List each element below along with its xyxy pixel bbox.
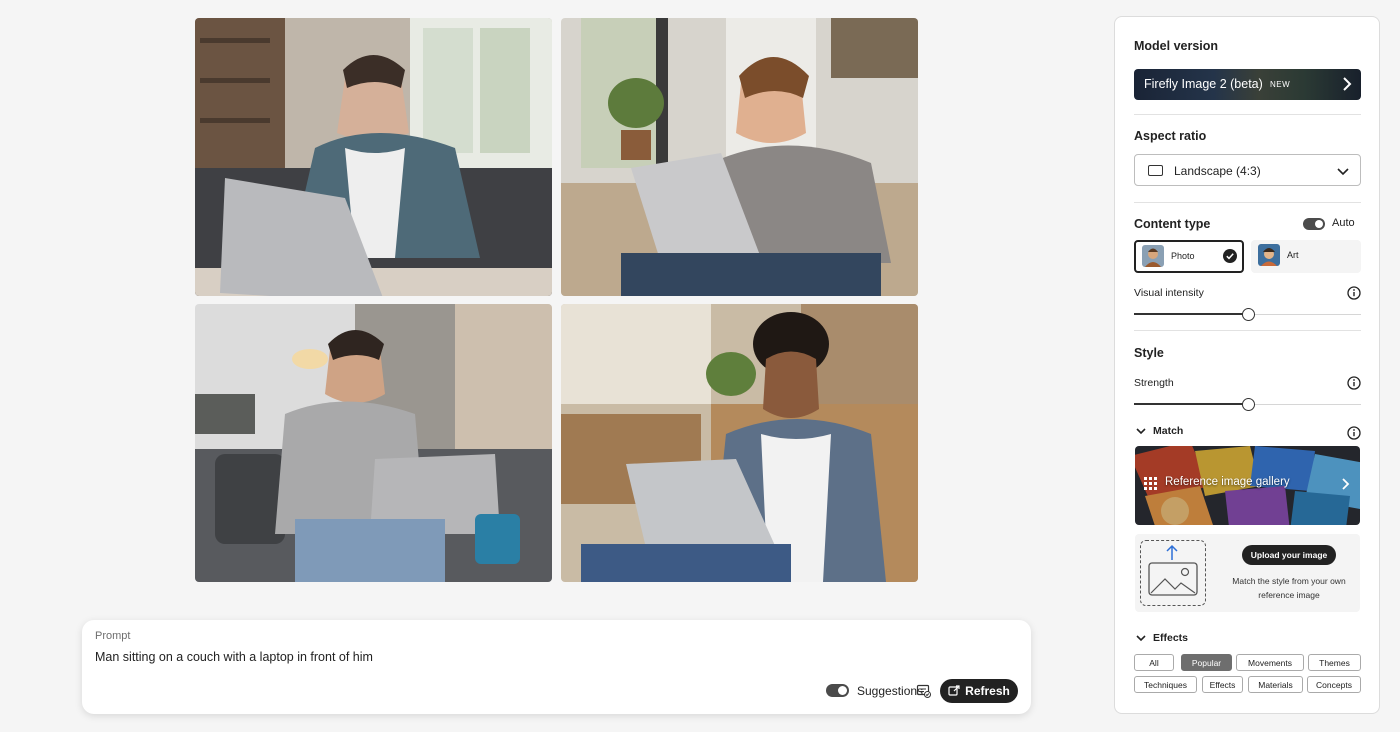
auto-toggle[interactable] — [1303, 218, 1325, 230]
refresh-label: Refresh — [965, 684, 1010, 698]
effects-toggle[interactable]: Effects — [1136, 632, 1188, 644]
content-type-photo[interactable]: Photo — [1134, 240, 1244, 273]
art-thumbnail — [1258, 244, 1280, 266]
chip-techniques[interactable]: Techniques — [1134, 676, 1197, 693]
aspect-ratio-select[interactable]: Landscape (4:3) — [1134, 154, 1361, 186]
chip-materials[interactable]: Materials — [1248, 676, 1303, 693]
art-label: Art — [1287, 250, 1299, 260]
divider — [1134, 114, 1361, 115]
match-label: Match — [1153, 425, 1184, 437]
chip-concepts[interactable]: Concepts — [1307, 676, 1361, 693]
refresh-button[interactable]: Refresh — [940, 679, 1018, 703]
info-icon[interactable] — [1347, 376, 1361, 390]
prompt-bar: Prompt Man sitting on a couch with a lap… — [82, 620, 1031, 714]
chevron-right-icon — [1342, 478, 1350, 490]
grid-icon — [1144, 477, 1157, 490]
suggestions-icon[interactable] — [916, 683, 931, 698]
settings-panel: Model version Firefly Image 2 (beta) NEW… — [1114, 16, 1380, 714]
chip-all[interactable]: All — [1134, 654, 1174, 671]
info-icon[interactable] — [1347, 426, 1361, 440]
visual-intensity-slider[interactable] — [1134, 308, 1361, 322]
prompt-label: Prompt — [95, 630, 131, 642]
upload-image-button[interactable]: Upload your image — [1242, 545, 1336, 565]
match-toggle[interactable]: Match — [1136, 425, 1183, 437]
strength-slider[interactable] — [1134, 398, 1361, 412]
slider-thumb[interactable] — [1241, 308, 1255, 321]
reference-image-gallery[interactable]: Reference image gallery — [1135, 446, 1360, 525]
generated-image-4[interactable] — [561, 304, 918, 582]
aspect-ratio-title: Aspect ratio — [1134, 129, 1207, 143]
photo-thumbnail — [1142, 245, 1164, 267]
prompt-input[interactable]: Man sitting on a couch with a laptop in … — [95, 650, 373, 664]
info-icon[interactable] — [1347, 286, 1361, 300]
generated-image-2[interactable] — [561, 18, 918, 296]
generated-image-1[interactable] — [195, 18, 552, 296]
upload-dropzone[interactable] — [1140, 540, 1206, 606]
upload-description: Match the style from your own reference … — [1232, 576, 1346, 600]
aspect-ratio-value: Landscape (4:3) — [1174, 164, 1261, 178]
suggestions-toggle[interactable] — [826, 684, 849, 697]
check-icon — [1223, 249, 1237, 263]
generated-image-grid — [195, 18, 918, 582]
chevron-down-icon — [1337, 168, 1349, 176]
chevron-down-icon — [1136, 635, 1146, 642]
chevron-right-icon — [1343, 77, 1352, 91]
suggestions-label: Suggestions — [857, 684, 924, 698]
strength-label: Strength — [1134, 377, 1174, 389]
landscape-icon — [1148, 165, 1163, 176]
auto-label: Auto — [1332, 217, 1355, 229]
model-version-title: Model version — [1134, 39, 1219, 53]
slider-fill — [1134, 403, 1248, 405]
slider-fill — [1134, 313, 1248, 315]
chevron-down-icon — [1136, 428, 1146, 435]
photo-label: Photo — [1171, 251, 1195, 261]
refresh-icon — [948, 685, 960, 696]
visual-intensity-label: Visual intensity — [1134, 287, 1204, 299]
divider — [1134, 202, 1361, 203]
chip-popular[interactable]: Popular — [1181, 654, 1232, 671]
upload-reference-area: Upload your image Match the style from y… — [1135, 534, 1360, 612]
chip-effects[interactable]: Effects — [1202, 676, 1243, 693]
slider-thumb[interactable] — [1241, 398, 1255, 411]
divider — [1134, 330, 1361, 331]
model-version-button[interactable]: Firefly Image 2 (beta) NEW — [1134, 69, 1361, 100]
chip-themes[interactable]: Themes — [1308, 654, 1361, 671]
generated-image-3[interactable] — [195, 304, 552, 582]
chip-movements[interactable]: Movements — [1236, 654, 1304, 671]
new-badge: NEW — [1270, 80, 1291, 89]
model-name: Firefly Image 2 (beta) — [1144, 77, 1263, 91]
image-upload-icon — [1148, 544, 1198, 596]
gallery-label: Reference image gallery — [1165, 476, 1290, 488]
content-type-title: Content type — [1134, 217, 1211, 231]
content-type-art[interactable]: Art — [1251, 240, 1361, 273]
effects-label: Effects — [1153, 632, 1189, 644]
style-title: Style — [1134, 346, 1164, 360]
